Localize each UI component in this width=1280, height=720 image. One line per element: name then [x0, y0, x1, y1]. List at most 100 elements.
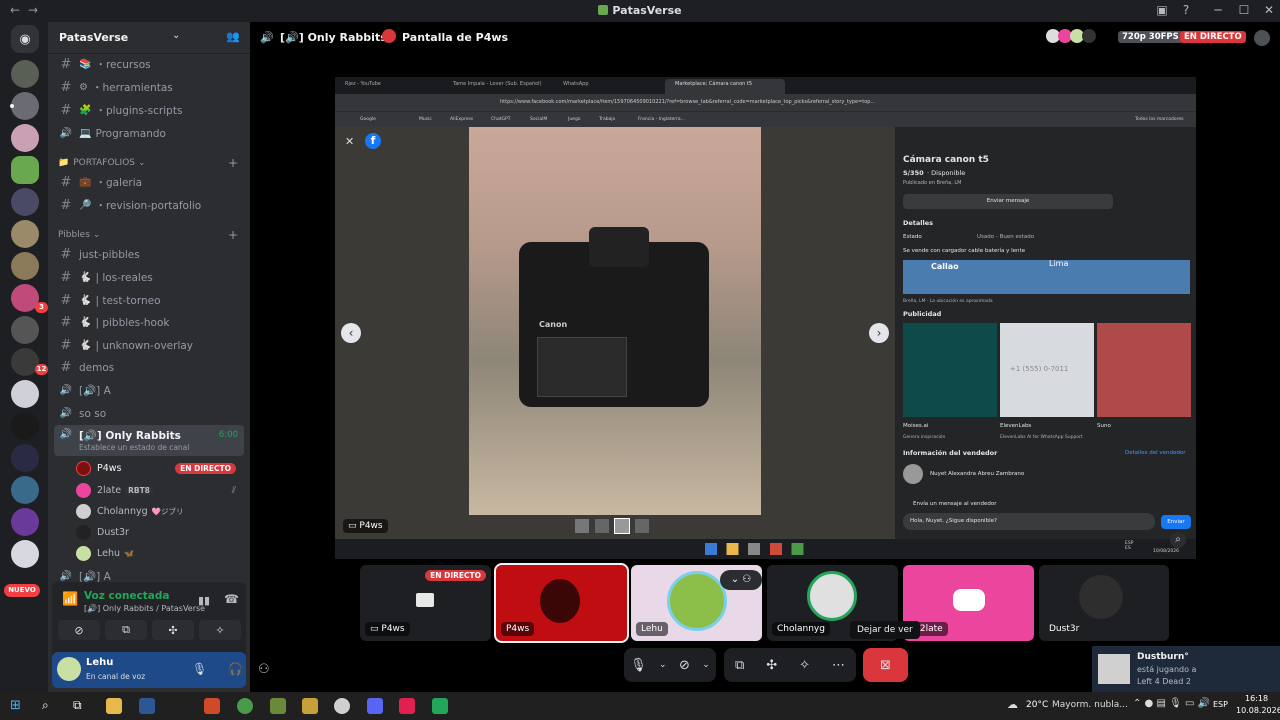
app-icon[interactable]	[432, 698, 448, 714]
camera-off-icon[interactable]: ⊘	[679, 658, 690, 673]
voice-user-dust3r[interactable]: Dust3r	[76, 522, 241, 542]
add-member-icon[interactable]: 👥	[226, 30, 240, 43]
channel-revision-portafolio[interactable]: # 🔎 ・revision-portafolio	[54, 195, 244, 216]
clock-time[interactable]: 16:18	[1245, 694, 1268, 703]
discord-icon[interactable]	[367, 698, 383, 714]
game-activity-toast[interactable]: Dustburn° está jugando a Left 4 Dead 2	[1092, 646, 1280, 692]
server-icon[interactable]	[11, 188, 39, 216]
app-icon[interactable]	[399, 698, 415, 714]
server-icon[interactable]	[11, 540, 39, 568]
category-portafolios[interactable]: 📁 PORTAFOLIOS ⌄ +	[58, 156, 238, 170]
chevron-down-icon[interactable]: ⌄	[659, 660, 667, 670]
minimize-icon[interactable]: ─	[1206, 3, 1230, 17]
channel-just-pibbles[interactable]: # just-pibbles	[54, 244, 244, 265]
server-icon[interactable]: 3	[11, 284, 48, 313]
server-icon[interactable]	[11, 380, 39, 408]
soundboard-icon[interactable]: ✧	[799, 658, 810, 673]
channel-demos[interactable]: # demos	[54, 357, 244, 378]
channel-voice-a-2[interactable]: 🔊 [🔊] A	[54, 569, 244, 583]
soundboard-button[interactable]: ✧	[199, 620, 241, 640]
app-icon[interactable]	[334, 698, 350, 714]
windows-start-icon[interactable]: ⊞	[10, 698, 21, 713]
voice-user-cholannyg[interactable]: Cholannyg 🩷ジブリ	[76, 501, 241, 521]
screen-share-button[interactable]: ⧉	[105, 620, 147, 640]
channel-voice-a[interactable]: 🔊 [🔊] A	[54, 380, 244, 401]
weather-icon[interactable]: ☁	[1007, 698, 1018, 711]
add-channel-icon[interactable]: +	[228, 156, 238, 170]
close-icon[interactable]: ✕	[1257, 3, 1280, 17]
server-icon[interactable]	[10, 92, 39, 120]
discord-home-icon[interactable]: ◉	[11, 25, 39, 53]
channel-so-so[interactable]: 🔊 so so	[54, 403, 244, 424]
collapse-tiles-button[interactable]: ⌄ ⚇	[720, 570, 762, 590]
tile-p4ws-stream[interactable]: EN DIRECTO ▭ P4ws	[360, 565, 491, 641]
server-icon[interactable]	[11, 508, 39, 536]
stop-watching-button[interactable]: ⊠	[863, 648, 908, 682]
server-icon[interactable]	[11, 124, 39, 152]
help-icon[interactable]: ?	[1174, 3, 1198, 17]
screen-share-icon[interactable]: ⧉	[735, 658, 744, 673]
powerpoint-icon[interactable]	[204, 698, 220, 714]
word-icon[interactable]	[139, 698, 155, 714]
guild-header[interactable]: PatasVerse ⌄ 👥	[48, 22, 250, 54]
weather-desc[interactable]: Mayorm. nubla...	[1052, 700, 1128, 710]
server-icon[interactable]	[11, 412, 39, 440]
search-icon[interactable]: ⌕	[42, 698, 49, 713]
noise-suppression-icon[interactable]: ▮▮	[198, 594, 210, 607]
server-icon[interactable]	[11, 316, 39, 344]
tile-dust3r[interactable]: Dust3r	[1039, 565, 1169, 641]
server-icon[interactable]	[11, 476, 39, 504]
server-icon[interactable]	[11, 220, 39, 248]
server-icon[interactable]	[11, 60, 39, 88]
voice-channel-path[interactable]: [🔊] Only Rabbits / PatasVerse	[84, 604, 205, 613]
tile-2late[interactable]: ⫽ 2late	[903, 565, 1034, 641]
maximize-icon[interactable]: ☐	[1232, 3, 1256, 17]
screen-share-view[interactable]: Rjez - YouTube Tame Impala - Lover (Sub.…	[335, 77, 1196, 559]
server-icon[interactable]	[11, 444, 39, 472]
activities-button[interactable]: ✣	[152, 620, 194, 640]
category-pibbles[interactable]: Pibbles ⌄ +	[58, 228, 238, 242]
microphone-icon[interactable]: 🎙	[630, 658, 647, 673]
server-icon-patasverse[interactable]	[11, 156, 39, 184]
tile-lehu[interactable]: Lehu ⌄ ⚇	[631, 565, 762, 641]
viewer-avatars[interactable]	[1046, 29, 1112, 45]
add-channel-icon[interactable]: +	[228, 228, 238, 242]
channel-plugins-scripts[interactable]: # 🧩 ・plugins-scripts	[54, 100, 244, 121]
disconnect-icon[interactable]: ☎	[224, 592, 239, 606]
signal-icon[interactable]: 📶	[62, 592, 78, 607]
headphones-icon[interactable]: 🎧	[228, 662, 243, 676]
channel-only-rabbits[interactable]: 🔊 [🔊] Only Rabbits 6:00 Establece un est…	[54, 425, 244, 456]
server-icon[interactable]: 12	[11, 348, 48, 376]
channel-programando[interactable]: 🔊 💻 Programando	[54, 123, 244, 144]
zoom-icon[interactable]: ⌕	[1170, 532, 1186, 548]
minecraft-icon[interactable]	[270, 698, 286, 714]
voice-user-2late[interactable]: 2late RBT8 ⫽	[76, 480, 241, 500]
server-icon[interactable]	[11, 252, 39, 280]
channel-test-torneo[interactable]: # 🐇 | test-torneo	[54, 290, 244, 311]
channel-herramientas[interactable]: # ⚙ ・herramientas	[54, 77, 244, 98]
inbox-icon[interactable]: ▣	[1150, 3, 1174, 17]
voice-user-p4ws[interactable]: P4ws EN DIRECTO	[76, 458, 241, 478]
tile-p4ws[interactable]: P4ws	[494, 563, 629, 643]
invite-to-voice-icon[interactable]: ⚇	[258, 662, 270, 677]
tray-language[interactable]: ESP	[1213, 700, 1228, 709]
file-explorer-icon[interactable]	[106, 698, 122, 714]
chrome-icon[interactable]	[237, 698, 253, 714]
chat-bubble-icon[interactable]	[1254, 30, 1270, 46]
activities-icon[interactable]: ✣	[766, 658, 777, 673]
weather-temp[interactable]: 20°C	[1026, 700, 1048, 710]
channel-los-reales[interactable]: # 🐇 | los-reales	[54, 267, 244, 288]
channel-status[interactable]: Establece un estado de canal	[79, 443, 189, 452]
channel-recursos[interactable]: # 📚 ・recursos	[54, 54, 244, 75]
avatar[interactable]	[57, 657, 81, 681]
voice-user-lehu[interactable]: Lehu 🦋	[76, 543, 241, 563]
chevron-down-icon[interactable]: ⌄	[702, 660, 710, 670]
camera-button[interactable]: ⊘	[58, 620, 100, 640]
tray-icons[interactable]: ⌃ ● ▤ 🎙 ▭ 🔊	[1133, 698, 1210, 709]
more-options-icon[interactable]: ⋯	[832, 658, 845, 673]
channel-pibbles-hook[interactable]: # 🐇 | pibbles-hook	[54, 312, 244, 333]
channel-galeria[interactable]: # 💼 ・galeria	[54, 172, 244, 193]
app-icon[interactable]	[302, 698, 318, 714]
channel-unknown-overlay[interactable]: # 🐇 | unknown-overlay	[54, 335, 244, 356]
task-view-icon[interactable]: ⧉	[73, 698, 82, 713]
